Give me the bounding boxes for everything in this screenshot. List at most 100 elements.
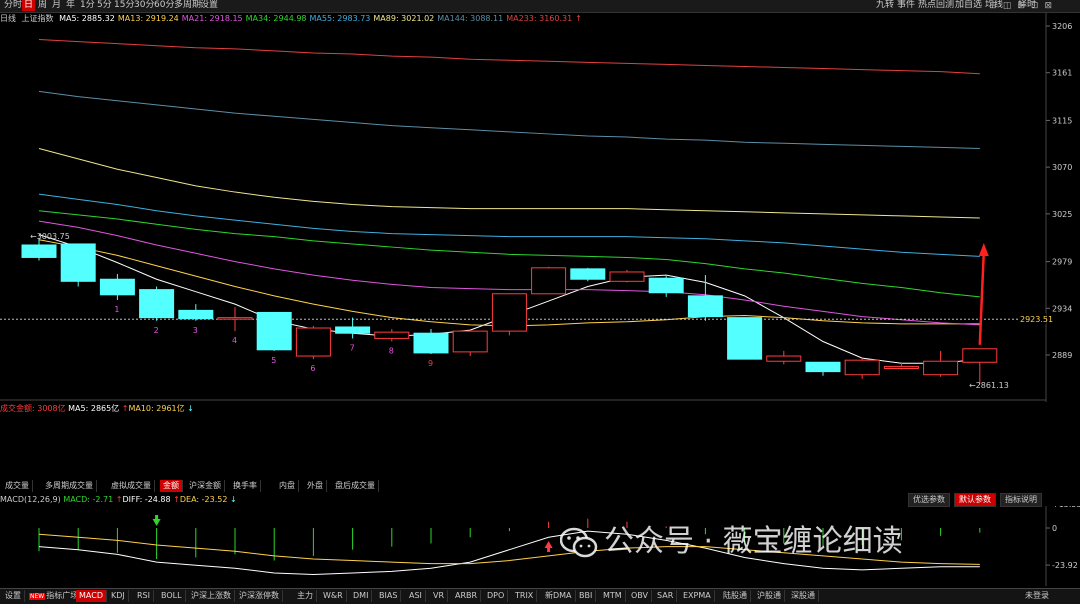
indicator-tab-10[interactable]: DMI (350, 590, 373, 602)
watermark: 公众号 · 薇宝缠论细读 (560, 522, 1040, 562)
candle-body[interactable] (570, 268, 606, 280)
indicator-tab-16[interactable]: TRIX (512, 590, 538, 602)
right-tool-3[interactable]: 加自选 (955, 0, 982, 11)
volume-tab-1[interactable]: 多周期成交量 (42, 480, 97, 492)
right-tool-0[interactable]: 九转 (876, 0, 894, 11)
indicator-tab-5[interactable]: BOLL (158, 590, 186, 602)
tool-icon-4[interactable]: ⊠ (1044, 1, 1052, 11)
candle-body[interactable] (531, 267, 567, 295)
indicator-tab-label: 沪股通 (757, 591, 781, 600)
volume-tab-7[interactable]: 外盘 (304, 480, 327, 492)
indicator-tab-12[interactable]: ASI (406, 590, 426, 602)
candle-body[interactable] (844, 359, 880, 376)
macd-button-1[interactable]: 默认参数 (954, 493, 996, 507)
sell-signal-icon (152, 519, 161, 526)
volume-tab-4[interactable]: 沪深金额 (186, 480, 225, 492)
period-toolbar: 分时日周月年 1分 5分 15分 30分 60分 多周期 设置 九转 事件 热点回测 加自选 均线 择时 ⊟… (0, 0, 1080, 13)
volume-tab-3[interactable]: 金额 (160, 480, 183, 492)
indicator-tab-24[interactable]: 沪股通 (754, 590, 785, 602)
volume-tab-8[interactable]: 盘后成交量 (332, 480, 379, 492)
low-annotation: ←2861.13 (969, 381, 1009, 390)
right-tool-1[interactable]: 事件 (897, 0, 915, 11)
candle-body[interactable] (609, 271, 645, 282)
candle-body[interactable] (139, 289, 175, 319)
volume-tab-2[interactable]: 虚拟成交量 (108, 480, 155, 492)
candle-body[interactable] (374, 331, 410, 339)
candle-body[interactable] (883, 365, 919, 369)
indicator-tab-label: 陆股通 (723, 591, 747, 600)
indicator-tab-label: ARBR (455, 591, 478, 600)
candle-body[interactable] (99, 278, 135, 296)
indicator-tab-13[interactable]: VR (430, 590, 449, 602)
period-tab-2[interactable]: 周 (36, 0, 49, 11)
indicator-tab-label: 沪深涨停数 (239, 591, 279, 600)
indicator-tab-6[interactable]: 沪深上涨数 (188, 590, 235, 602)
login-status[interactable]: 未登录 (1022, 590, 1052, 602)
indicator-tab-19[interactable]: MTM (600, 590, 626, 602)
macd-button-2[interactable]: 指标说明 (1000, 493, 1042, 507)
indicator-tab-7[interactable]: 沪深涨停数 (236, 590, 283, 602)
indicator-tab-14[interactable]: ARBR (452, 590, 482, 602)
candle-body[interactable] (766, 355, 802, 362)
candle-body[interactable] (178, 309, 214, 320)
indicator-tab-21[interactable]: SAR (654, 590, 678, 602)
nine-count-label: 9 (428, 359, 433, 368)
period-tab-5[interactable]: 1分 (78, 0, 97, 11)
indicator-tab-22[interactable]: EXPMA (680, 590, 715, 602)
macd-button-0[interactable]: 优选参数 (908, 493, 950, 507)
candle-body[interactable] (687, 295, 723, 318)
indicator-tab-label: 设置 (5, 591, 21, 600)
indicator-tab-2[interactable]: MACD (76, 590, 107, 602)
indicator-tab-11[interactable]: BIAS (376, 590, 402, 602)
period-tab-3[interactable]: 月 (50, 0, 63, 11)
tool-icon-1[interactable]: ◫ (1003, 1, 1012, 11)
indicator-tab-8[interactable]: 主力 (294, 590, 317, 602)
volume-tab-0[interactable]: 成交量 (2, 480, 33, 492)
right-tool-2[interactable]: 热点回测 (918, 0, 954, 11)
indicator-tab-label: KDJ (111, 591, 125, 600)
candle-body[interactable] (60, 243, 96, 282)
candle-body[interactable] (21, 244, 57, 258)
indicator-tab-4[interactable]: RSI (134, 590, 154, 602)
candle-body[interactable] (217, 317, 253, 320)
period-tab-0[interactable]: 分时 (2, 0, 24, 11)
indicator-tab-20[interactable]: OBV (628, 590, 653, 602)
candle-body[interactable] (805, 361, 841, 373)
candle-body[interactable] (648, 277, 684, 294)
ma-legend-6: MA144: 3088.11 (437, 14, 504, 23)
candle-body[interactable] (295, 327, 331, 357)
volume-tab-6[interactable]: 内盘 (276, 480, 299, 492)
period-tab-1[interactable]: 日 (22, 0, 36, 11)
indicator-tab-15[interactable]: DPO (484, 590, 509, 602)
candle-body[interactable] (413, 332, 449, 354)
tool-icon-0[interactable]: ⊟ (989, 1, 997, 11)
period-tab-11[interactable]: 设置 (198, 0, 220, 11)
candle-body[interactable] (256, 311, 292, 351)
candlestick-chart[interactable]: 320631613115307030252979293428892923.51←… (0, 13, 1080, 402)
tool-icon-2[interactable]: ⊞ (1017, 1, 1025, 11)
nine-count-label: 3 (193, 326, 198, 335)
period-tab-4[interactable]: 年 (64, 0, 77, 11)
indicator-tab-9[interactable]: W&R (320, 590, 347, 602)
period-tab-6[interactable]: 5分 (95, 0, 114, 11)
candle-body[interactable] (491, 293, 527, 332)
candle-body[interactable] (335, 326, 371, 334)
ma-line-ma55 (38, 193, 980, 257)
candle-body[interactable] (923, 360, 959, 376)
indicator-tab-0[interactable]: 设置 (2, 590, 25, 602)
indicator-tab-3[interactable]: KDJ (108, 590, 129, 602)
candle-body[interactable] (727, 317, 763, 360)
indicator-tab-18[interactable]: BBI (576, 590, 597, 602)
indicator-tab-label: 主力 (297, 591, 313, 600)
ma-line-ma89 (38, 147, 980, 219)
indicator-tab-23[interactable]: 陆股通 (720, 590, 751, 602)
index-name-label: 上证指数 (21, 14, 54, 23)
candle-body[interactable] (962, 348, 998, 363)
candle-body[interactable] (452, 330, 488, 353)
indicator-tab-17[interactable]: 新DMA (542, 590, 576, 602)
indicator-tab-1[interactable]: NEW 指标广场 (26, 590, 83, 602)
volume-tab-5[interactable]: 换手率 (230, 480, 261, 492)
indicator-tab-25[interactable]: 深股通 (788, 590, 819, 602)
tool-icon-3[interactable]: ⊡ (1031, 1, 1039, 11)
indicator-tab-label: 深股通 (791, 591, 815, 600)
